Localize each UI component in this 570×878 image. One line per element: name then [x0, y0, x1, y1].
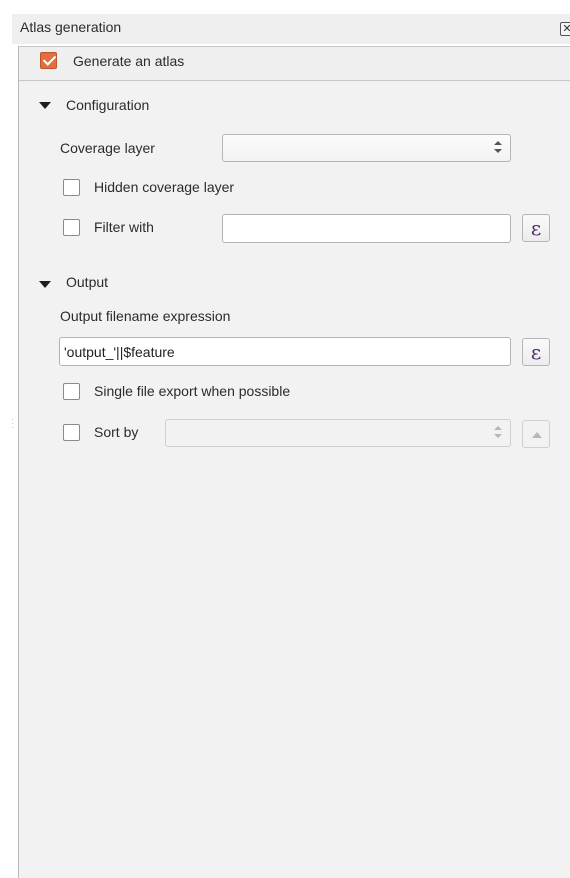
hidden-coverage-label[interactable]: Hidden coverage layer: [94, 179, 234, 195]
filter-with-label[interactable]: Filter with: [94, 219, 154, 235]
hidden-coverage-checkbox[interactable]: [63, 179, 80, 196]
filter-expression-input[interactable]: [222, 214, 511, 243]
sort-by-label[interactable]: Sort by: [94, 424, 138, 440]
spin-arrows-icon: [494, 141, 502, 155]
expression-icon: ε: [530, 340, 542, 364]
panel-title: Atlas generation: [20, 19, 122, 35]
coverage-layer-label: Coverage layer: [60, 140, 155, 156]
generate-atlas-label[interactable]: Generate an atlas: [73, 53, 184, 69]
expression-icon: ε: [530, 216, 542, 240]
splitter-handle[interactable]: · · ·: [11, 415, 15, 433]
spin-arrows-icon: [494, 426, 502, 440]
coverage-layer-combo[interactable]: [222, 134, 511, 162]
output-expression-button[interactable]: ε: [522, 338, 550, 366]
output-filename-input[interactable]: [59, 337, 511, 366]
sort-by-combo[interactable]: [165, 419, 511, 447]
single-file-label[interactable]: Single file export when possible: [94, 383, 290, 399]
generate-atlas-checkbox[interactable]: [40, 52, 57, 69]
sort-ascending-icon: [532, 432, 542, 438]
collapse-triangle-icon[interactable]: [39, 281, 51, 288]
filter-with-checkbox[interactable]: [63, 219, 80, 236]
sort-by-checkbox[interactable]: [63, 424, 80, 441]
output-section-label[interactable]: Output: [66, 274, 108, 290]
single-file-checkbox[interactable]: [63, 383, 80, 400]
configuration-section-label[interactable]: Configuration: [66, 97, 149, 113]
collapse-triangle-icon[interactable]: [39, 102, 51, 109]
output-filename-label: Output filename expression: [60, 308, 231, 324]
atlas-settings-area: [19, 82, 570, 878]
sort-order-button[interactable]: [522, 420, 550, 448]
close-icon[interactable]: ✕: [560, 22, 570, 36]
filter-expression-button[interactable]: ε: [522, 214, 550, 242]
